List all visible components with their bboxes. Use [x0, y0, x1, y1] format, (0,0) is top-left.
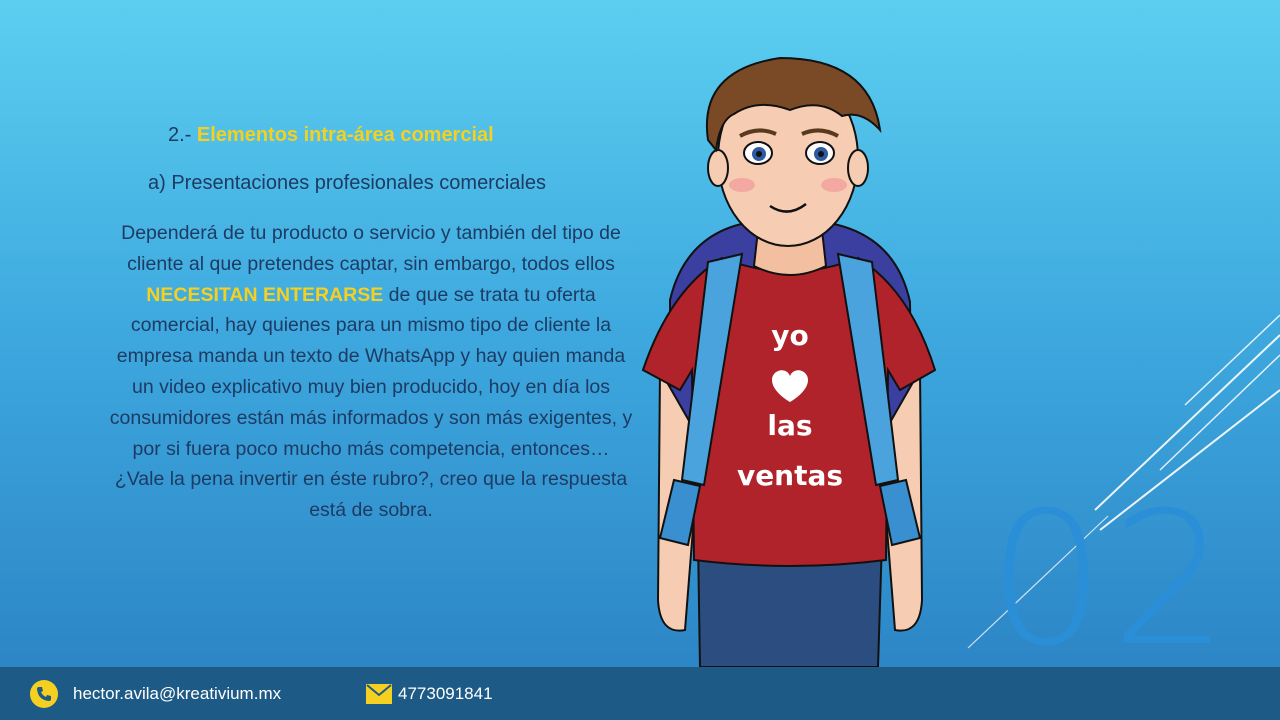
- boy-illustration: yo las ventas: [641, 56, 937, 667]
- section-title: 2.- Elementos intra-área comercial: [168, 124, 494, 147]
- title-prefix: 2.-: [168, 124, 197, 146]
- envelope-icon: [366, 683, 392, 704]
- body-highlight: NECESITAN ENTERARSE: [146, 283, 384, 306]
- slide: 02 2.- Elementos intra-área comercial a)…: [0, 0, 1280, 720]
- body-paragraph: Dependerá de tu producto o servicio y ta…: [108, 218, 634, 526]
- body-text-2: de que se trata tu oferta comercial, hay…: [109, 283, 633, 522]
- shirt-text-yo: yo: [771, 319, 809, 352]
- shirt-text-las: las: [767, 409, 812, 442]
- title-highlight: Elementos intra-área comercial: [196, 124, 494, 146]
- footer-bar: hector.avila@kreativium.mx 4773091841: [0, 667, 1280, 720]
- email-text[interactable]: hector.avila@kreativium.mx: [73, 684, 281, 704]
- footer-email: hector.avila@kreativium.mx: [30, 667, 281, 720]
- subtitle: a) Presentaciones profesionales comercia…: [148, 172, 546, 194]
- body-text-1: Dependerá de tu producto o servicio y ta…: [121, 222, 621, 275]
- footer-phone: 4773091841: [366, 667, 493, 720]
- phone-text[interactable]: 4773091841: [398, 684, 493, 704]
- phone-icon: [30, 679, 58, 708]
- shirt-text-ventas: ventas: [737, 459, 843, 492]
- slide-number: 02: [988, 473, 1235, 687]
